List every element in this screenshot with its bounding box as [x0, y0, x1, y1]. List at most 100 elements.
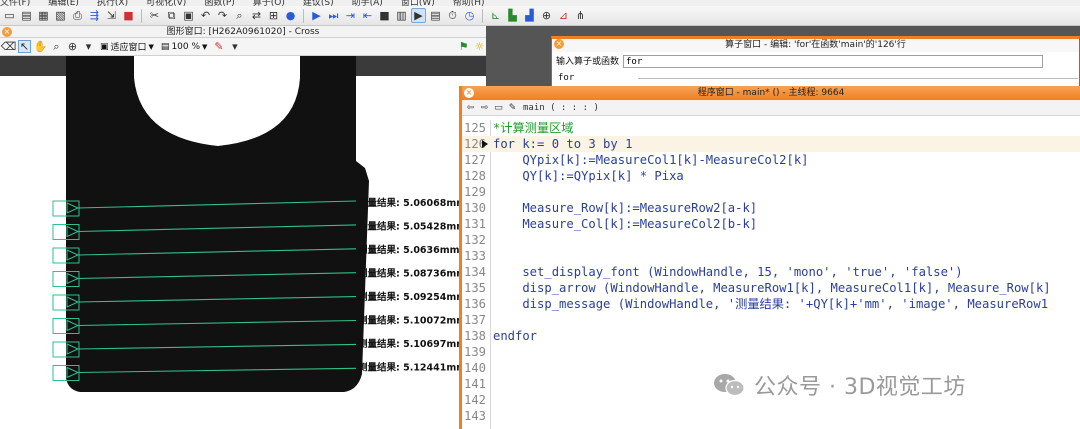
- operator-input[interactable]: [623, 55, 1044, 68]
- open-file-icon[interactable]: ▤: [19, 8, 34, 23]
- import-icon[interactable]: ⇲: [104, 8, 119, 23]
- image-canvas[interactable]: 测量结果: 5.06068mm 测量结果: 5.05428mm 测量结果: 5.06…: [0, 56, 486, 429]
- magnifier-icon[interactable]: ⊕: [66, 40, 79, 53]
- procedure-icon[interactable]: ▭: [493, 102, 504, 113]
- watermark-text: 公众号 · 3D视觉工坊: [754, 375, 966, 400]
- line-number: 132: [464, 233, 487, 247]
- forward-icon[interactable]: ⇨: [479, 102, 490, 113]
- breakpoint-icon[interactable]: ▶: [411, 8, 426, 23]
- cut-icon[interactable]: ✂: [147, 8, 162, 23]
- code-line[interactable]: 133: [462, 248, 1080, 264]
- measure-result-label: 测量结果: 5.0636mm: [358, 244, 460, 256]
- chevron-down-icon: ▼: [202, 42, 208, 51]
- zoom-level-icon: ▤: [160, 41, 170, 52]
- pointer-icon[interactable]: ↖: [18, 40, 31, 53]
- fit-window-select[interactable]: ▣ 适应窗口 ▼: [98, 40, 156, 54]
- code-line[interactable]: 126 for k:= 0 to 3 by 1: [462, 136, 1080, 152]
- inspect-icon[interactable]: ⊕: [539, 8, 554, 23]
- export-icon[interactable]: ⇶: [87, 8, 102, 23]
- save-icon[interactable]: ▦: [36, 8, 51, 23]
- line-number: 131: [464, 217, 487, 231]
- code-line[interactable]: 127 QYpix[k]:=MeasureCol1[k]-MeasureCol2…: [462, 152, 1080, 168]
- profiler-icon[interactable]: ⏱: [445, 8, 460, 23]
- code-line[interactable]: 128 QY[k]:=QYpix[k] * Pixa: [462, 168, 1080, 184]
- close-icon[interactable]: ×: [2, 27, 12, 37]
- reset-icon[interactable]: ▥: [394, 8, 409, 23]
- assistant-icon[interactable]: ●: [283, 8, 298, 23]
- close-icon[interactable]: ×: [464, 88, 474, 98]
- stop-icon[interactable]: ■: [377, 8, 392, 23]
- zoom-select[interactable]: ▤ 100 % ▼: [159, 40, 210, 53]
- activate-icon[interactable]: ▤: [428, 8, 443, 23]
- line-profile-icon[interactable]: ⊾: [488, 8, 503, 23]
- code-text: disp_arrow (WindowHandle, MeasureRow1[k]…: [493, 281, 1051, 295]
- graphics-toolbar: ⌫ ↖ ✋ ⌕ ⊕ ▾ ▣ 适应窗口 ▼ ▤ 100 % ▼ ✎ ▾ ⚑ ☼: [0, 38, 486, 56]
- close-icon[interactable]: ×: [554, 39, 564, 49]
- clear-window-icon[interactable]: ⌫: [1, 40, 17, 53]
- zoom-window-icon[interactable]: ⋔: [573, 8, 588, 23]
- line-number: 136: [464, 297, 487, 311]
- measure-result-label: 测量结果: 5.05428mm: [358, 221, 466, 233]
- code-text: QY[k]:=QYpix[k] * Pixa: [493, 169, 684, 183]
- back-icon[interactable]: ⇦: [465, 102, 476, 113]
- operator-list-item[interactable]: for: [558, 73, 574, 83]
- chevron-down-icon: ▼: [148, 42, 154, 51]
- print-icon[interactable]: ⎙: [70, 8, 85, 23]
- watermark: 公众号 · 3D视觉工坊: [712, 366, 966, 404]
- code-text: Measure_Col[k]:=MeasureCol2[b-k]: [493, 217, 758, 231]
- paint-icon[interactable]: ✎: [212, 40, 225, 53]
- run-icon[interactable]: ▶: [309, 8, 324, 23]
- measure-result-label: 测量结果: 5.06068mm: [358, 197, 466, 209]
- line-number: 135: [464, 281, 487, 295]
- program-window-title: × 程序窗口 - main* () - 主线程: 9664: [462, 86, 1080, 100]
- zoom-icon[interactable]: ⌕: [50, 40, 63, 53]
- operator-input-label: 输入算子或函数: [556, 57, 620, 67]
- undo-icon[interactable]: ↶: [198, 8, 213, 23]
- separator: [482, 8, 483, 23]
- code-line[interactable]: 131 Measure_Col[k]:=MeasureCol2[b-k]: [462, 216, 1080, 232]
- code-line[interactable]: 143: [462, 408, 1080, 424]
- line-number: 138: [464, 329, 487, 343]
- procedure-selector[interactable]: main ( : : : ): [523, 103, 599, 113]
- code-line[interactable]: 135 disp_arrow (WindowHandle, MeasureRow…: [462, 280, 1080, 296]
- line-number: 142: [464, 393, 487, 407]
- line-number: 128: [464, 169, 487, 183]
- code-line[interactable]: 132: [462, 232, 1080, 248]
- code-line[interactable]: 139: [462, 344, 1080, 360]
- feature-histogram-icon[interactable]: ▟: [522, 8, 537, 23]
- variable-inspect-icon[interactable]: ⊿: [556, 8, 571, 23]
- edit-procedure-icon[interactable]: ✎: [507, 102, 518, 113]
- paste-icon[interactable]: ▣: [181, 8, 196, 23]
- library-icon[interactable]: ■: [121, 8, 136, 23]
- code-line[interactable]: 125 *计算测量区域: [462, 120, 1080, 136]
- code-line[interactable]: 136 disp_message (WindowHandle, '测量结果: '…: [462, 296, 1080, 312]
- hand-icon[interactable]: ✋: [34, 40, 48, 53]
- code-line[interactable]: 137: [462, 312, 1080, 328]
- save-all-icon[interactable]: ▧: [53, 8, 68, 23]
- histogram-icon[interactable]: ▙: [505, 8, 520, 23]
- measure-result-label: 测量结果: 5.09254mm: [358, 291, 466, 303]
- code-line[interactable]: 138 endfor: [462, 328, 1080, 344]
- code-line[interactable]: 130 Measure_Row[k]:=MeasureRow2[a-k]: [462, 200, 1080, 216]
- clock-icon[interactable]: ◷: [462, 8, 477, 23]
- dropdown-icon[interactable]: ▾: [228, 40, 241, 53]
- new-file-icon[interactable]: ▭: [2, 8, 17, 23]
- operator-divider: [638, 78, 1078, 79]
- replace-icon[interactable]: ⇄: [249, 8, 264, 23]
- code-line[interactable]: 134 set_display_font (WindowHandle, 15, …: [462, 264, 1080, 280]
- step-into-icon[interactable]: ⇥: [343, 8, 358, 23]
- code-text: endfor: [493, 329, 538, 343]
- step-over-icon[interactable]: ⏭: [326, 8, 341, 23]
- insert-icon[interactable]: ⊞: [266, 8, 281, 23]
- code-text: *计算测量区域: [493, 121, 574, 135]
- redo-icon[interactable]: ↷: [215, 8, 230, 23]
- copy-icon[interactable]: ⧉: [164, 8, 179, 23]
- step-out-icon[interactable]: ⇤: [360, 8, 375, 23]
- help-bulb-icon[interactable]: ☼: [473, 40, 486, 53]
- pin-icon[interactable]: ⚑: [457, 40, 470, 53]
- code-line[interactable]: 129: [462, 184, 1080, 200]
- wechat-icon: [712, 371, 746, 399]
- line-number: 140: [464, 361, 487, 375]
- dropdown-icon[interactable]: ▾: [82, 40, 95, 53]
- find-icon[interactable]: ⌕: [232, 8, 247, 23]
